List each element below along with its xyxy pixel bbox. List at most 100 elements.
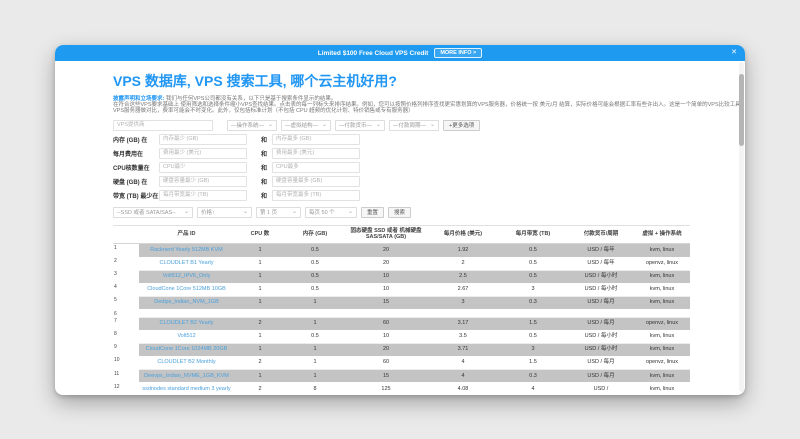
bandwidth-min-input[interactable] xyxy=(159,189,247,201)
price-filter-label: 每月费用在 xyxy=(113,151,144,158)
cell-disk: 10 xyxy=(344,283,428,297)
cell-product-id: Racknerd Yearly 512MB KVM xyxy=(139,243,234,258)
cell-memory: 0.5 xyxy=(286,283,344,297)
cell-cpu: 1 xyxy=(234,343,286,357)
close-icon[interactable]: ✕ xyxy=(731,48,737,56)
page-select-value: 第 1 页 xyxy=(260,210,278,217)
cell-disk xyxy=(344,309,428,318)
chevron-down-icon: ⌄ xyxy=(242,209,248,216)
product-link[interactable]: CloudCone 1Core 512MB 10GB xyxy=(147,286,226,292)
cell-virtualization-os: kvm, linux xyxy=(634,270,690,284)
product-link[interactable]: Racknerd Yearly 512MB KVM xyxy=(150,247,222,253)
price-max-input[interactable] xyxy=(272,147,361,159)
cell-cpu: 1 xyxy=(234,369,286,384)
filter-row-provider: —操作系统— ⌄ —虚拟结构— ⌄ —付款货币— ⌄ —付款周期— ⌄ xyxy=(113,119,690,131)
cell-memory xyxy=(286,309,344,318)
filter-row-memory: 内存 (GB) 在 和 xyxy=(113,133,690,145)
row-number: 7 xyxy=(113,317,139,331)
currency-select[interactable]: —付款货币— ⌄ xyxy=(335,119,385,131)
cell-price: 3 xyxy=(428,296,498,311)
bandwidth-max-input[interactable] xyxy=(272,189,361,201)
memory-max-input[interactable] xyxy=(272,133,361,145)
cell-memory: 1 xyxy=(286,356,344,371)
results-table: 产品 ID CPU 数 内存 (GB) 固态硬盘 SSD 或者 机械硬盘 SAS… xyxy=(113,224,690,395)
more-options-button[interactable]: +更多选项 xyxy=(443,119,481,131)
per-page-select[interactable]: 每页 50 个 ⌄ xyxy=(305,206,357,218)
bandwidth-filter-label: 带宽 (TB) 最少在 xyxy=(113,193,159,200)
cell-cpu: 1 xyxy=(234,330,286,344)
sort-select-value: 价格↑ xyxy=(201,210,215,217)
row-number: 9 xyxy=(113,343,139,357)
header-price[interactable]: 每月价格 (美元) xyxy=(428,224,498,245)
cell-price: 2.67 xyxy=(428,283,498,297)
price-min-input[interactable] xyxy=(159,147,247,159)
cell-cpu: 1 xyxy=(234,283,286,297)
chevron-down-icon: ⌄ xyxy=(183,209,189,216)
row-number: 1 xyxy=(113,243,139,257)
disk-max-input[interactable] xyxy=(272,175,361,187)
page-title: VPS 数据库, VPS 搜索工具, 哪个云主机好用? xyxy=(113,73,397,89)
browser-page: Limited $100 Free Cloud VPS Credit MORE … xyxy=(55,45,745,395)
header-payment[interactable]: 付款货币/周期 xyxy=(568,224,634,245)
cell-bandwidth: 3 xyxy=(498,343,568,357)
product-link[interactable]: Volt512 xyxy=(177,333,195,339)
cpu-filter-label: CPU核数量在 xyxy=(113,165,150,172)
reset-button[interactable]: 重置 xyxy=(361,206,385,218)
cell-bandwidth: 0.3 xyxy=(498,296,568,311)
memory-min-input[interactable] xyxy=(159,133,247,145)
product-link[interactable]: CloudCone 1Core 1024MB 20GB xyxy=(146,346,228,352)
more-info-button[interactable]: MORE INFO > xyxy=(434,48,483,58)
header-cpu[interactable]: CPU 数 xyxy=(234,224,286,245)
product-link[interactable]: CLOUDLET B2 Monthly xyxy=(157,359,215,365)
product-link[interactable]: Deevps_Indian_NVME_1GB_KVM xyxy=(144,373,229,379)
header-disk[interactable]: 固态硬盘 SSD 或者 机械硬盘 SAS/SATA (GB) xyxy=(344,224,428,245)
cell-payment: USD / xyxy=(568,382,634,395)
vertical-scrollbar[interactable] xyxy=(739,62,744,392)
row-number: 2 xyxy=(113,257,139,271)
header-memory[interactable]: 内存 (GB) xyxy=(286,224,344,245)
and-label: 和 xyxy=(261,165,268,172)
cpu-max-input[interactable] xyxy=(272,161,361,173)
disk-type-select[interactable]: --SSD 或者 SATA/SAS-- ⌄ xyxy=(113,206,193,218)
page-select[interactable]: 第 1 页 ⌄ xyxy=(256,206,301,218)
per-page-select-value: 每页 50 个 xyxy=(309,210,335,217)
sort-select[interactable]: 价格↑ ⌄ xyxy=(197,206,252,218)
virtualization-select[interactable]: —虚拟结构— ⌄ xyxy=(281,119,331,131)
cell-memory: 1 xyxy=(286,296,344,311)
cpu-min-input[interactable] xyxy=(159,161,247,173)
product-link[interactable]: CLOUDLET B1 Yearly xyxy=(159,260,213,266)
billing-cycle-select[interactable]: —付款周期— ⌄ xyxy=(389,119,439,131)
cell-product-id: CLOUDLET B2 Monthly xyxy=(139,356,234,371)
os-select[interactable]: —操作系统— ⌄ xyxy=(227,119,277,131)
chevron-down-icon: ⌄ xyxy=(291,209,297,216)
header-virtualization-os[interactable]: 虚拟 + 操作系统 xyxy=(634,224,690,245)
product-link[interactable]: Volt512_IPV6_Only xyxy=(163,273,211,279)
product-link[interactable]: CLOUDLET B2 Yearly xyxy=(159,320,213,326)
cell-product-id: Dedips_Indian_NVM_1GB xyxy=(139,296,234,311)
product-link[interactable]: Dedips_Indian_NVM_1GB xyxy=(154,299,219,305)
provider-input[interactable] xyxy=(113,119,213,131)
promo-banner: Limited $100 Free Cloud VPS Credit MORE … xyxy=(55,45,745,61)
row-number: 6 xyxy=(113,309,139,318)
header-product-id[interactable]: 产品 ID xyxy=(139,224,234,245)
product-link[interactable]: ssdnodes standard medium 3 yearly xyxy=(142,386,230,392)
row-number: 3 xyxy=(113,270,139,284)
scrollbar-thumb[interactable] xyxy=(739,74,744,146)
header-bandwidth[interactable]: 每月带宽 (TB) xyxy=(498,224,568,245)
table-row: 12 ssdnodes standard medium 3 yearly 2 8 125… xyxy=(113,382,690,395)
cell-cpu: 2 xyxy=(234,356,286,371)
filter-row-sort: --SSD 或者 SATA/SAS-- ⌄ 价格↑ ⌄ 第 1 页 ⌄ 每页 5… xyxy=(113,206,690,218)
disk-min-input[interactable] xyxy=(159,175,247,187)
cell-price: 4 xyxy=(428,356,498,371)
cell-cpu: 1 xyxy=(234,243,286,258)
and-label: 和 xyxy=(261,193,268,200)
table-row: 8 Volt512 1 0.5 10 3.5 0.5 USD / 每小时 kvm, linux xyxy=(113,330,690,344)
filter-row-disk: 硬盘 (GB) 在 和 xyxy=(113,175,690,187)
and-label: 和 xyxy=(261,151,268,158)
chevron-down-icon: ⌄ xyxy=(267,122,273,129)
search-button[interactable]: 搜索 xyxy=(388,206,412,218)
filter-row-bandwidth: 带宽 (TB) 最少在 和 xyxy=(113,189,690,201)
filter-row-cpu: CPU核数量在 和 xyxy=(113,161,690,173)
cell-memory: 0.5 xyxy=(286,270,344,284)
cell-payment xyxy=(568,309,634,318)
